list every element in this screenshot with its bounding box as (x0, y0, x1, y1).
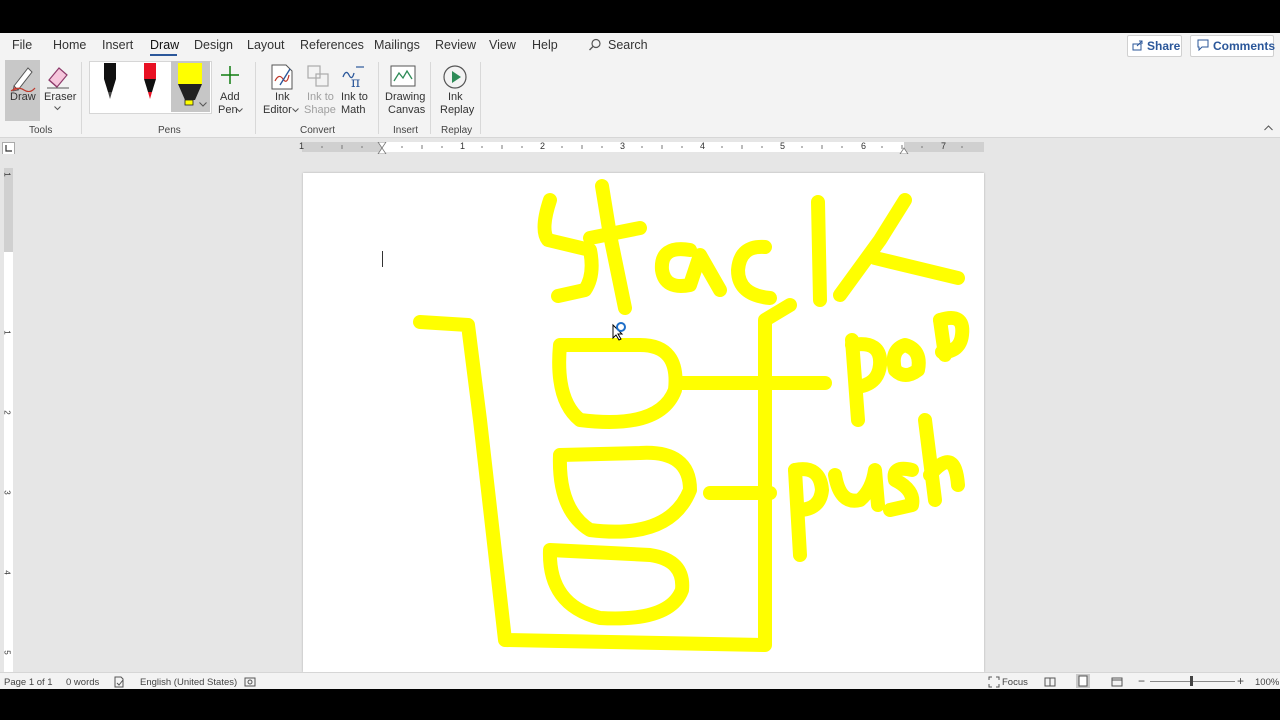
accessibility-icon[interactable] (244, 676, 256, 688)
focus-icon[interactable] (988, 676, 1000, 688)
mouse-cursor-icon (612, 322, 626, 341)
ink-drawing[interactable] (0, 0, 1280, 720)
page-count[interactable]: Page 1 of 1 (4, 677, 53, 688)
status-bar: Page 1 of 1 0 words English (United Stat… (0, 672, 1280, 690)
web-layout-icon[interactable] (1111, 676, 1123, 688)
zoom-slider-thumb[interactable] (1190, 676, 1193, 686)
zoom-out-icon[interactable]: − (1138, 674, 1145, 688)
word-count[interactable]: 0 words (66, 677, 99, 688)
zoom-in-icon[interactable]: + (1237, 674, 1244, 688)
focus-button[interactable]: Focus (1002, 677, 1028, 688)
language-indicator[interactable]: English (United States) (140, 677, 237, 688)
bottom-black-bar (0, 689, 1280, 720)
zoom-level[interactable]: 100% (1255, 677, 1279, 688)
proofing-icon[interactable] (113, 676, 125, 688)
read-mode-icon[interactable] (1044, 676, 1056, 688)
print-layout-icon[interactable] (1076, 674, 1090, 688)
